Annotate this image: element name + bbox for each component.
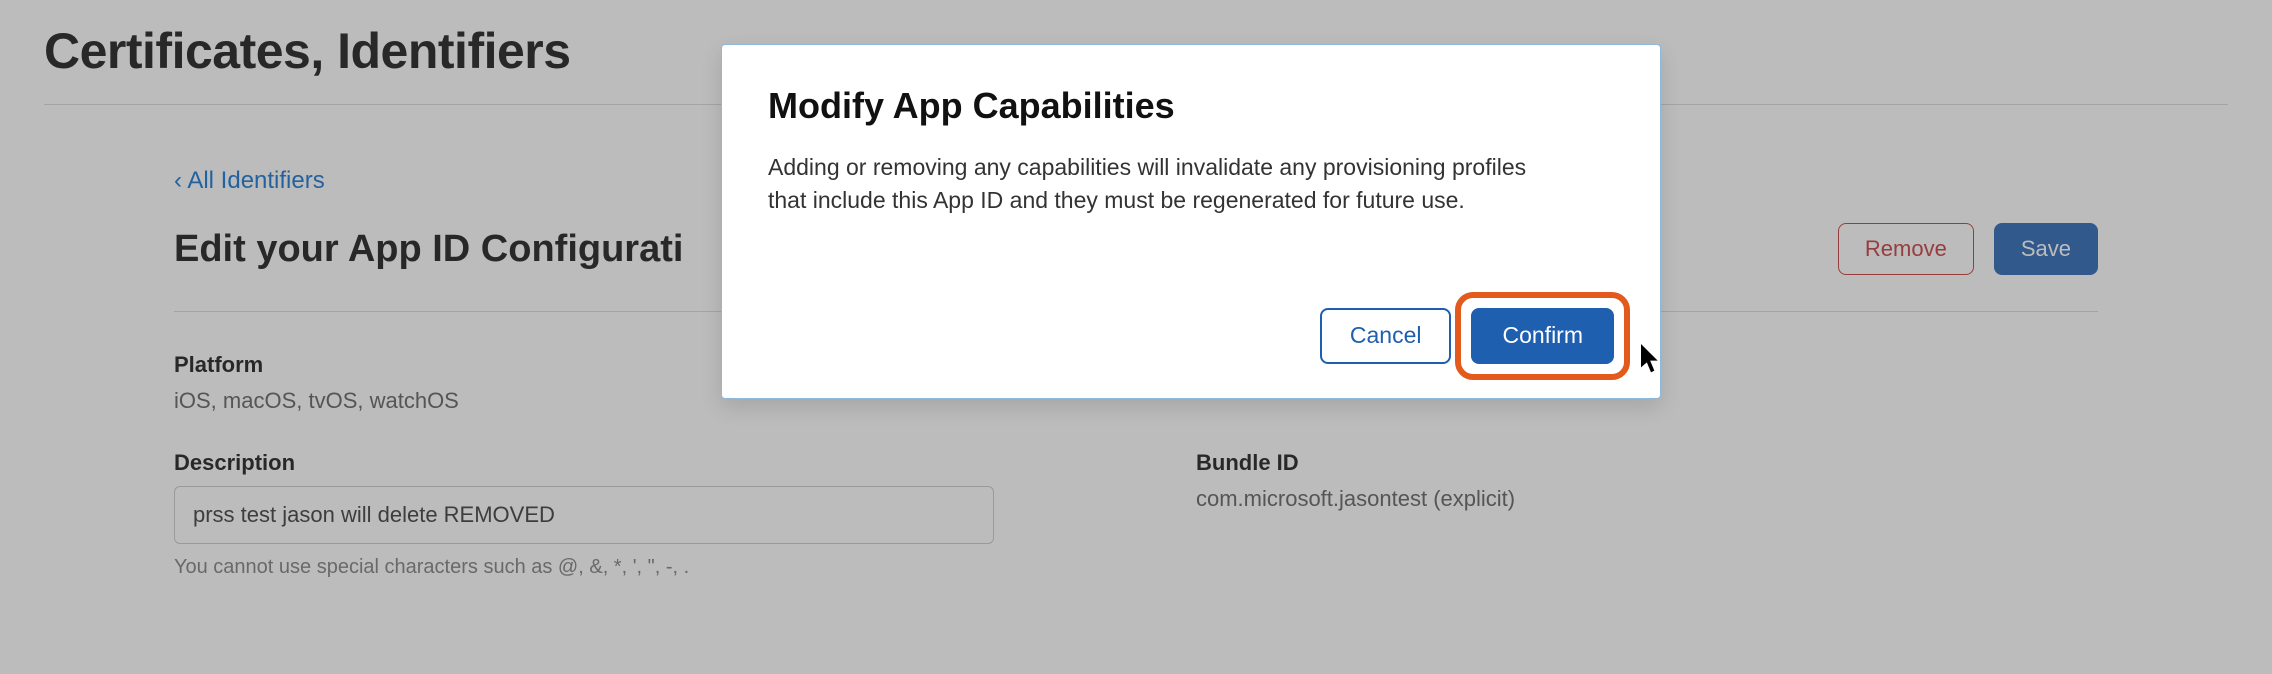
back-to-identifiers-link[interactable]: ‹ All Identifiers	[174, 167, 325, 195]
bundle-id-field: Bundle ID com.microsoft.jasontest (expli…	[1196, 450, 2098, 579]
modal-actions: Cancel Confirm	[768, 308, 1614, 364]
confirm-button[interactable]: Confirm	[1471, 308, 1614, 364]
confirm-highlight-wrap: Confirm	[1471, 308, 1614, 364]
description-label: Description	[174, 450, 1076, 476]
bundle-id-value: com.microsoft.jasontest (explicit)	[1196, 486, 2098, 512]
modal-title: Modify App Capabilities	[768, 85, 1614, 127]
modal-body: Adding or removing any capabilities will…	[768, 151, 1568, 218]
action-buttons: Remove Save	[1838, 223, 2098, 275]
modify-capabilities-modal: Modify App Capabilities Adding or removi…	[721, 44, 1661, 399]
sub-title: Edit your App ID Configurati	[174, 228, 683, 271]
description-hint: You cannot use special characters such a…	[174, 556, 1076, 579]
remove-button[interactable]: Remove	[1838, 223, 1974, 275]
description-input[interactable]	[174, 486, 994, 544]
bundle-id-label: Bundle ID	[1196, 450, 2098, 476]
save-button[interactable]: Save	[1994, 223, 2098, 275]
description-field: Description You cannot use special chara…	[174, 450, 1076, 579]
cancel-button[interactable]: Cancel	[1320, 308, 1452, 364]
